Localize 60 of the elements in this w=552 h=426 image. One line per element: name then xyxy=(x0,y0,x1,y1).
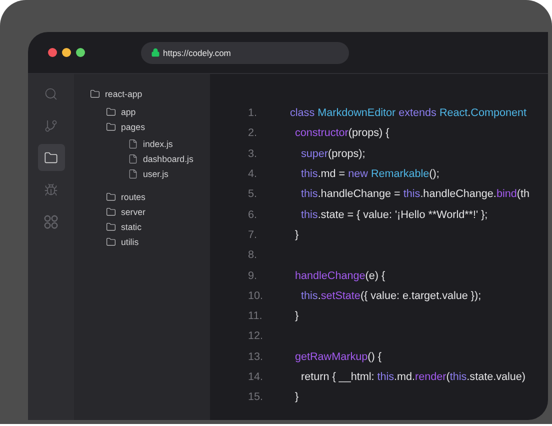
line-number: 2. xyxy=(248,127,258,140)
folder-icon xyxy=(106,192,116,202)
url-text: https://codely.com xyxy=(163,48,231,58)
folder-icon xyxy=(106,106,116,116)
code-line: handleChange(e) { xyxy=(295,270,386,282)
line-number: 4. xyxy=(248,168,258,180)
code-line: this.handleChange = this.handleChange.bind(th xyxy=(301,188,530,200)
branch-icon xyxy=(44,118,58,132)
line-number: 15. xyxy=(248,391,264,404)
folder-icon xyxy=(106,222,116,232)
address-bar[interactable]: https://codely.com xyxy=(141,42,349,64)
line-number: 9. xyxy=(248,270,258,282)
folder-name[interactable]: pages xyxy=(121,122,145,132)
folder-name[interactable]: server xyxy=(121,206,146,216)
activity-button[interactable] xyxy=(38,144,64,171)
code-line: constructor(props) { xyxy=(295,127,390,140)
file-icon xyxy=(128,154,138,164)
file-name[interactable]: dashboard.js xyxy=(143,154,194,164)
lock-icon xyxy=(151,48,160,57)
code-line: } xyxy=(295,228,299,241)
line-number: 12. xyxy=(248,330,264,342)
line-number: 11. xyxy=(248,310,264,322)
line-number: 14. xyxy=(248,371,264,383)
folder-name[interactable]: static xyxy=(121,222,142,232)
folder-name[interactable]: utilis xyxy=(121,236,139,246)
maximize-dot[interactable] xyxy=(76,48,85,57)
file-name[interactable]: user.js xyxy=(143,168,168,178)
folder-icon xyxy=(106,236,116,246)
close-dot[interactable] xyxy=(48,48,57,57)
apps-icon xyxy=(44,214,58,228)
code-line: } xyxy=(295,310,299,322)
code-line: this.state = { value: '¡Hello **World**!' }; xyxy=(301,208,488,221)
code-line: return { __html: this.md.render(this.state.value) xyxy=(301,371,526,383)
line-number: 3. xyxy=(248,148,258,160)
code-line: class MarkdownEditor extends React.Component xyxy=(290,107,526,120)
line-number: 1. xyxy=(248,107,258,120)
line-number: 13. xyxy=(248,350,264,363)
line-number: 10. xyxy=(248,290,264,302)
folder-name[interactable]: react-app xyxy=(105,88,142,98)
search-icon xyxy=(44,86,58,100)
folder-icon xyxy=(106,122,116,132)
folder-icon xyxy=(90,88,100,98)
line-number: 8. xyxy=(248,249,258,262)
folder-name[interactable]: routes xyxy=(121,192,146,202)
code-line: super(props); xyxy=(301,148,366,160)
code-line: this.setState({ value: e.target.value }); xyxy=(301,290,482,302)
file-name[interactable]: index.js xyxy=(143,138,173,148)
bug-icon xyxy=(44,182,58,196)
file-icon xyxy=(128,168,138,178)
line-number: 7. xyxy=(248,228,258,241)
file-icon xyxy=(128,138,138,148)
folder-name[interactable]: app xyxy=(121,106,136,116)
line-number: 6. xyxy=(248,208,258,221)
folder-icon xyxy=(106,206,116,216)
code-line: getRawMarkup() { xyxy=(295,350,382,363)
folder-icon xyxy=(44,150,58,164)
code-line: } xyxy=(295,391,299,404)
code-line: this.md = new Remarkable(); xyxy=(301,168,440,180)
minimize-dot[interactable] xyxy=(62,48,71,57)
line-number: 5. xyxy=(248,188,258,200)
